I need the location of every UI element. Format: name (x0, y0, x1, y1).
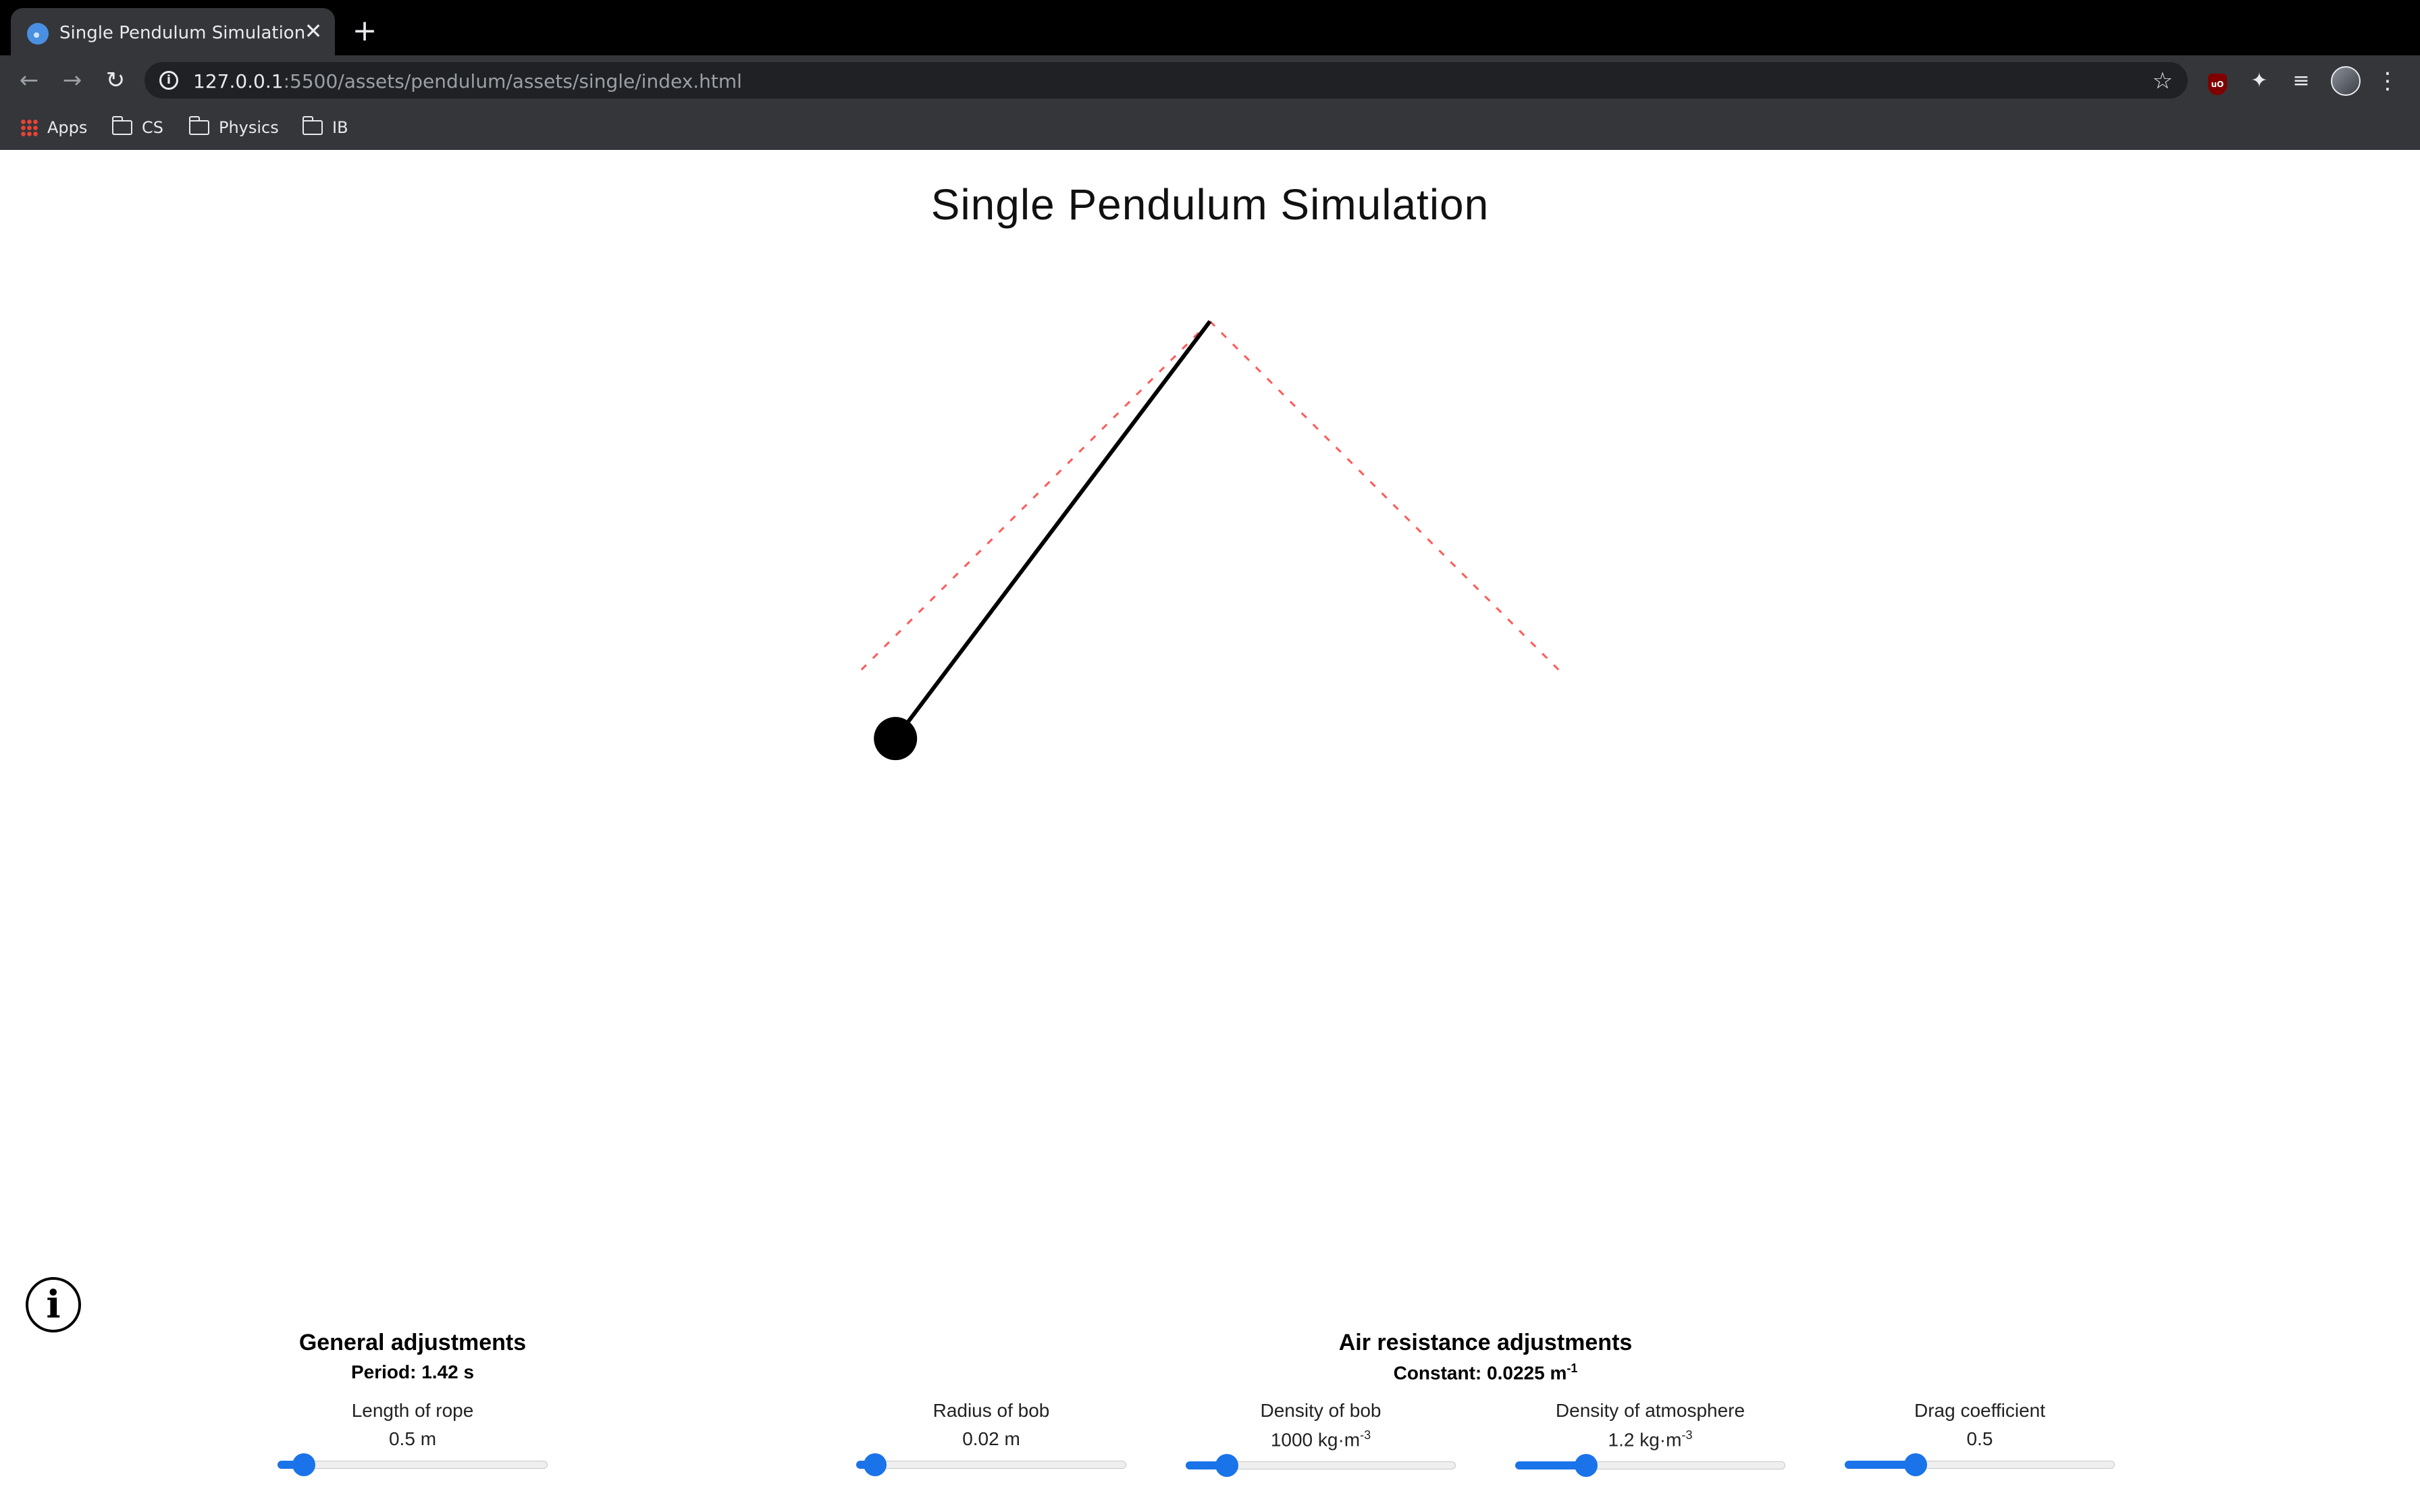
bob-density-number: 1000 kg·m (1270, 1429, 1361, 1451)
bob-density-value: 1000 kg·m-3 (1186, 1428, 1456, 1451)
bookmark-label: CS (142, 118, 163, 137)
folder-icon (189, 116, 209, 135)
slider-thumb[interactable] (292, 1453, 315, 1476)
close-tab-icon[interactable]: ✕ (301, 19, 325, 43)
page-content: Single Pendulum Simulation General adjus… (0, 150, 2420, 1512)
atmosphere-density-label: Density of atmosphere (1555, 1400, 1745, 1421)
control-atmosphere-density: Density of atmosphere 1.2 kg·m-3 (1515, 1400, 1785, 1478)
bookmark-label: Apps (47, 118, 88, 137)
rope-length-slider[interactable] (278, 1453, 548, 1476)
info-button[interactable]: i (26, 1277, 81, 1332)
drag-coefficient-value: 0.5 (1966, 1428, 1993, 1449)
control-rope-length: Length of rope 0.5 m (278, 1400, 548, 1476)
left-amplitude-bound (1209, 320, 1564, 676)
slider-track (856, 1461, 1126, 1469)
slider-thumb[interactable] (1215, 1454, 1238, 1478)
control-bob-density: Density of bob 1000 kg·m-3 (1186, 1400, 1456, 1478)
bookmark-apps[interactable]: Apps (20, 116, 87, 139)
control-bob-radius: Radius of bob 0.02 m (856, 1400, 1126, 1476)
bookmarks-bar: Apps CS Physics IB (0, 105, 2420, 150)
url-path: :5500/assets/pendulum/assets/single/inde… (283, 70, 742, 92)
air-resistance-title: Air resistance adjustments (1338, 1330, 1633, 1355)
bob-radius-value: 0.02 m (962, 1428, 1020, 1449)
favicon-icon (27, 23, 49, 45)
profile-avatar[interactable] (2331, 66, 2361, 96)
forward-arrow-icon[interactable]: → (57, 65, 88, 96)
slider-track (278, 1461, 548, 1469)
bookmark-folder-physics[interactable]: Physics (189, 116, 279, 139)
tab-title: Single Pendulum Simulation (59, 23, 306, 43)
url-host: 127.0.0.1 (193, 70, 284, 92)
info-icon: i (46, 1282, 61, 1327)
bob-density-label: Density of bob (1260, 1400, 1382, 1421)
drag-constant-readout: Constant: 0.0225 m-1 (1215, 1361, 1756, 1384)
address-bar[interactable]: i 127.0.0.1:5500/assets/pendulum/assets/… (144, 62, 2188, 99)
pendulum-canvas (856, 320, 1564, 761)
drag-constant-unit-exponent: -1 (1567, 1361, 1578, 1375)
folder-icon (302, 116, 323, 135)
atmosphere-density-slider[interactable] (1515, 1453, 1785, 1478)
bob-radius-slider[interactable] (856, 1453, 1126, 1476)
bob-radius-label: Radius of bob (932, 1400, 1050, 1421)
control-drag-coefficient: Drag coefficient 0.5 (1845, 1400, 2115, 1476)
rope-length-value: 0.5 m (388, 1428, 437, 1449)
bookmark-folder-cs[interactable]: CS (112, 116, 163, 139)
browser-tab-strip: Single Pendulum Simulation ✕ + (0, 0, 2420, 57)
pendulum-bob[interactable] (874, 717, 918, 761)
site-info-icon[interactable]: i (159, 71, 178, 90)
bookmark-label: Physics (219, 118, 279, 137)
bob-density-exponent: -3 (1360, 1428, 1371, 1442)
menu-kebab-icon[interactable]: ⋮ (2374, 68, 2401, 94)
rope-length-label: Length of rope (351, 1400, 474, 1421)
atmosphere-density-value: 1.2 kg·m-3 (1515, 1428, 1785, 1451)
new-tab-icon[interactable]: + (351, 16, 378, 46)
air-resistance-header: Air resistance adjustments Constant: 0.0… (1215, 1330, 1756, 1384)
slider-thumb[interactable] (863, 1453, 887, 1476)
media-control-icon[interactable]: ≡ (2288, 68, 2315, 94)
pendulum-rope (893, 320, 1212, 740)
bookmark-label: IB (332, 118, 348, 137)
ublock-badge: uO (2208, 74, 2227, 95)
slider-thumb[interactable] (1574, 1454, 1598, 1478)
folder-icon (112, 116, 132, 135)
atmosphere-density-number: 1.2 kg·m (1608, 1429, 1682, 1451)
right-amplitude-bound (856, 320, 1211, 676)
period-readout: Period: 1.42 s (350, 1361, 475, 1382)
ublock-extension-icon[interactable]: uO (2204, 68, 2231, 95)
browser-toolbar: ← → ↻ i 127.0.0.1:5500/assets/pendulum/a… (0, 55, 2420, 105)
reload-icon[interactable]: ↻ (100, 65, 131, 96)
extensions-puzzle-icon[interactable]: ✦ (2246, 68, 2273, 94)
drag-constant-value: Constant: 0.0225 m (1393, 1362, 1567, 1384)
drag-coefficient-slider[interactable] (1845, 1453, 2115, 1476)
back-arrow-icon[interactable]: ← (14, 65, 45, 96)
atmosphere-density-exponent: -3 (1681, 1428, 1693, 1442)
bookmark-star-icon[interactable]: ☆ (2153, 68, 2173, 94)
general-adjustments-header: General adjustments Period: 1.42 s (278, 1330, 548, 1383)
address-url[interactable]: 127.0.0.1:5500/assets/pendulum/assets/si… (193, 70, 742, 92)
general-adjustments-title: General adjustments (298, 1330, 527, 1355)
bob-density-slider[interactable] (1186, 1453, 1456, 1478)
slider-thumb[interactable] (1903, 1453, 1927, 1476)
drag-coefficient-label: Drag coefficient (1914, 1400, 2046, 1421)
bookmark-folder-ib[interactable]: IB (302, 116, 348, 139)
apps-grid-icon (20, 119, 38, 136)
browser-tab[interactable]: Single Pendulum Simulation ✕ (11, 8, 335, 57)
